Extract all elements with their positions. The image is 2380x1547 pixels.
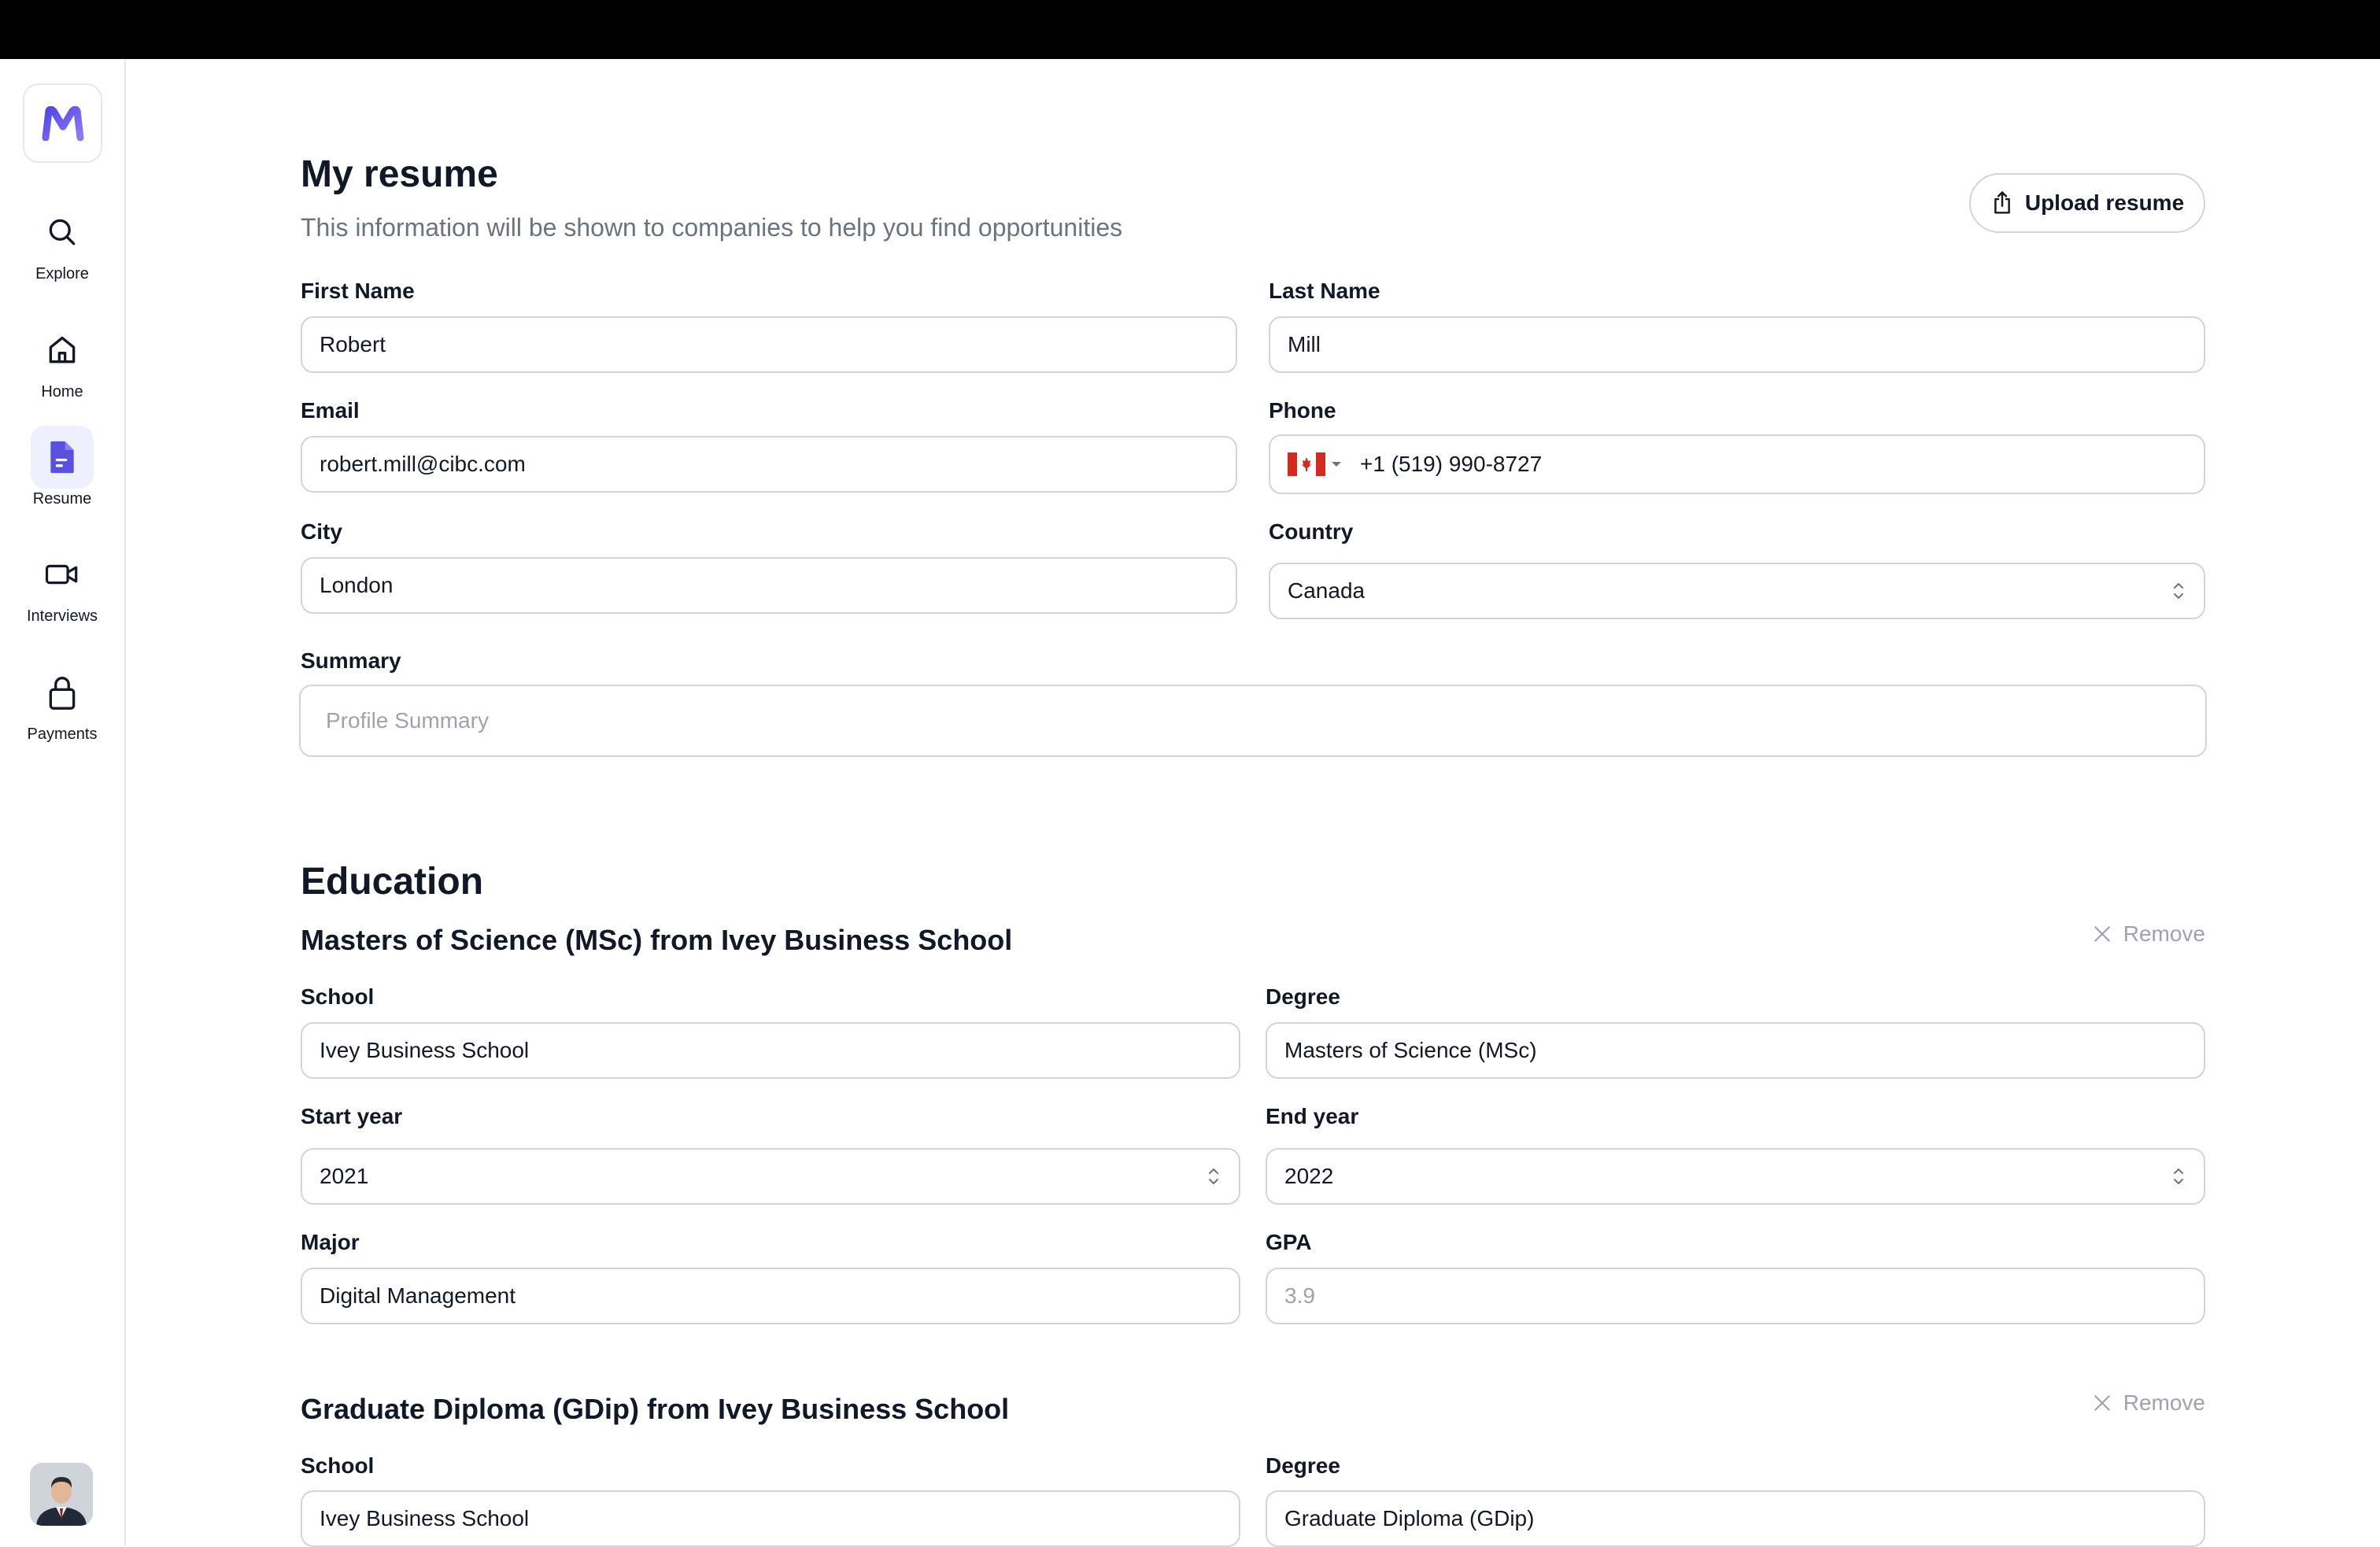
upload-resume-label: Upload resume xyxy=(2024,190,2185,215)
start-year-label: Start year xyxy=(301,1104,403,1128)
app-logo[interactable] xyxy=(23,83,102,163)
sidebar-item-payments[interactable]: Payments xyxy=(0,661,124,771)
sidebar: Explore Home Resume Interviews Payments xyxy=(0,59,126,1545)
email-field[interactable]: robert.mill@cibc.com xyxy=(301,436,1237,493)
start-year-select[interactable]: 2021 xyxy=(301,1148,1240,1205)
sidebar-item-resume[interactable]: Resume xyxy=(0,426,124,536)
gpa-label: GPA xyxy=(1266,1230,1312,1254)
education-entry-title: Masters of Science (MSc) from Ivey Busin… xyxy=(301,924,1013,956)
sidebar-item-label: Explore xyxy=(35,265,89,282)
chevron-down-icon xyxy=(1332,462,1341,467)
phone-field[interactable]: +1 (519) 990-8727 xyxy=(1269,434,2205,494)
sidebar-item-label: Interviews xyxy=(26,607,98,625)
country-label: Country xyxy=(1269,519,1354,544)
sidebar-item-label: Resume xyxy=(32,490,92,508)
updown-chevron-icon xyxy=(2174,1169,2183,1184)
education-entry-title: Graduate Diploma (GDip) from Ivey Busine… xyxy=(301,1393,1010,1425)
first-name-field[interactable]: Robert xyxy=(301,316,1237,373)
remove-label: Remove xyxy=(2123,921,2205,946)
gpa-field[interactable]: 3.9 xyxy=(1266,1268,2205,1324)
phone-label: Phone xyxy=(1269,398,1336,423)
sidebar-item-label: Payments xyxy=(27,726,98,743)
avatar[interactable] xyxy=(30,1463,93,1526)
school-field[interactable]: Ivey Business School xyxy=(301,1490,1240,1547)
city-field[interactable]: London xyxy=(301,557,1237,614)
top-bar xyxy=(0,0,2380,59)
education-title: Education xyxy=(301,861,484,903)
close-icon xyxy=(2094,926,2110,942)
school-label: School xyxy=(301,1453,375,1478)
degree-label: Degree xyxy=(1266,1453,1340,1478)
close-icon xyxy=(2094,1395,2110,1411)
last-name-field[interactable]: Mill xyxy=(1269,316,2205,373)
sidebar-item-label: Home xyxy=(41,383,83,401)
school-label: School xyxy=(301,984,375,1009)
sidebar-item-home[interactable]: Home xyxy=(0,319,124,429)
upload-icon xyxy=(1994,191,2010,214)
lock-icon xyxy=(31,661,94,724)
sidebar-item-interviews[interactable]: Interviews xyxy=(0,543,124,653)
city-label: City xyxy=(301,519,342,544)
page-subtitle: This information will be shown to compan… xyxy=(301,213,1123,242)
email-label: Email xyxy=(301,398,360,423)
last-name-label: Last Name xyxy=(1269,279,1380,303)
major-field[interactable]: Digital Management xyxy=(301,1268,1240,1324)
end-year-label: End year xyxy=(1266,1104,1359,1128)
home-icon xyxy=(31,319,94,382)
country-select[interactable]: Canada xyxy=(1269,563,2205,619)
degree-label: Degree xyxy=(1266,984,1340,1009)
video-camera-icon xyxy=(31,543,94,606)
end-year-value: 2022 xyxy=(1284,1164,1334,1188)
document-icon xyxy=(31,426,94,489)
summary-input[interactable]: Profile Summary xyxy=(299,685,2207,757)
end-year-select[interactable]: 2022 xyxy=(1266,1148,2205,1205)
school-field[interactable]: Ivey Business School xyxy=(301,1022,1240,1079)
updown-chevron-icon xyxy=(1209,1169,1218,1184)
phone-value: +1 (519) 990-8727 xyxy=(1360,452,1543,476)
remove-education-button[interactable]: Remove xyxy=(2092,1390,2205,1416)
remove-education-button[interactable]: Remove xyxy=(2092,921,2205,947)
canada-flag-icon xyxy=(1288,452,1325,476)
page-title: My resume xyxy=(301,153,498,195)
major-label: Major xyxy=(301,1230,360,1254)
remove-label: Remove xyxy=(2123,1390,2205,1415)
sidebar-item-explore[interactable]: Explore xyxy=(0,201,124,311)
upload-resume-button[interactable]: Upload resume xyxy=(1969,173,2205,233)
country-code-dropdown[interactable] xyxy=(1288,452,1343,476)
summary-label: Summary xyxy=(301,648,401,673)
degree-field[interactable]: Graduate Diploma (GDip) xyxy=(1266,1490,2205,1547)
start-year-value: 2021 xyxy=(320,1164,369,1188)
user-avatar-icon xyxy=(30,1463,93,1526)
logo-icon xyxy=(42,105,83,141)
degree-field[interactable]: Masters of Science (MSc) xyxy=(1266,1022,2205,1079)
search-icon xyxy=(31,201,94,264)
country-value: Canada xyxy=(1288,578,1366,603)
updown-chevron-icon xyxy=(2174,583,2183,599)
first-name-label: First Name xyxy=(301,279,415,303)
